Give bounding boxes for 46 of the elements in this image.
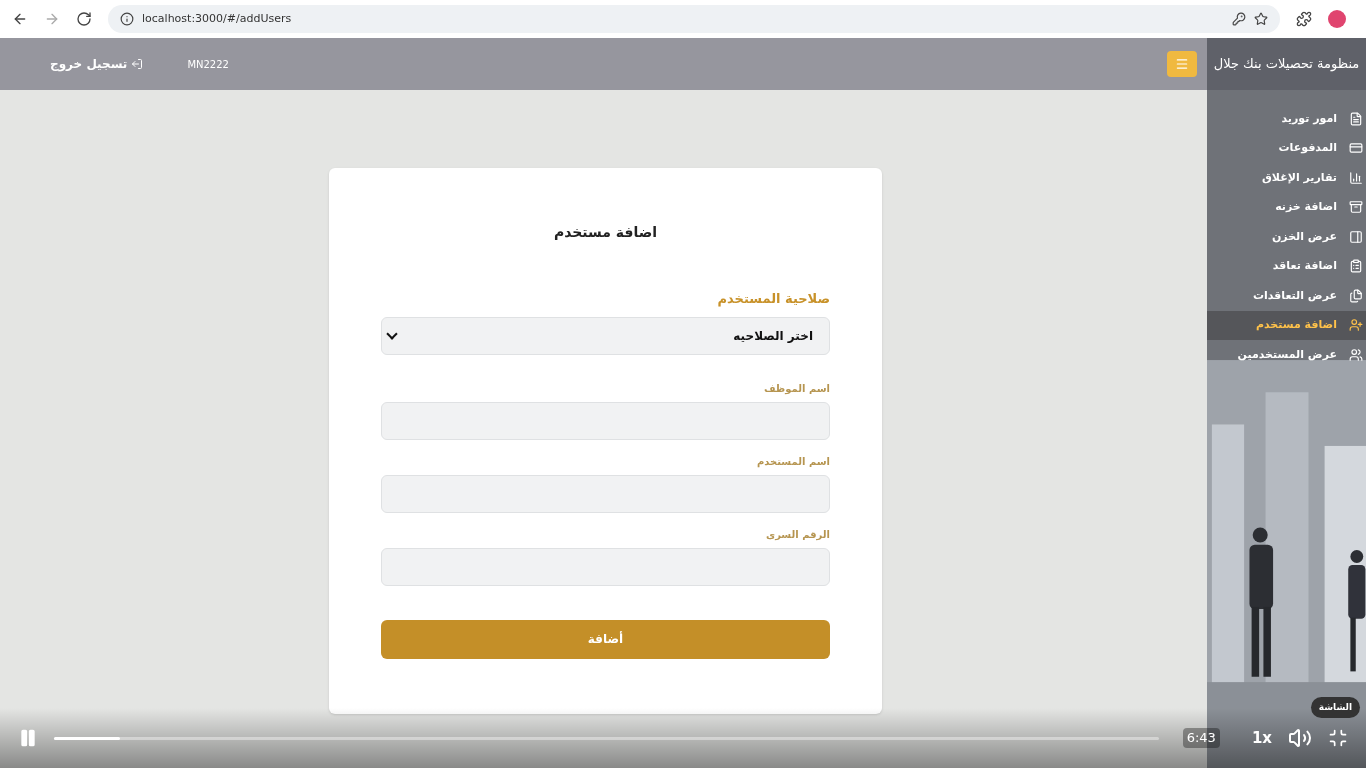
archive-icon — [1349, 200, 1363, 215]
volume-icon[interactable] — [1288, 726, 1312, 750]
role-label: صلاحية المستخدم — [716, 290, 830, 309]
time-text: 6:43 — [1182, 728, 1220, 748]
sidebar-item[interactable]: اضافة خزنه — [1207, 192, 1366, 222]
user-code: MN2222 — [187, 57, 229, 72]
input-field[interactable] — [381, 547, 830, 586]
clipboard-icon — [1349, 259, 1363, 274]
submit-button[interactable]: أضافة — [381, 619, 830, 659]
sidebar-item[interactable]: المدفوعات — [1207, 133, 1366, 163]
sidebar-item[interactable]: تقارير الإغلاق — [1207, 163, 1366, 193]
key-icon[interactable] — [1232, 12, 1246, 26]
logout-icon — [131, 58, 144, 70]
panel-icon — [1349, 229, 1363, 244]
files-icon — [1349, 288, 1363, 303]
field-label: اسم المستخدم — [755, 454, 830, 469]
logout-button[interactable]: تسجيل خروج — [50, 55, 144, 73]
extensions-icon[interactable] — [1296, 11, 1312, 27]
bar-chart-icon — [1349, 170, 1363, 185]
form-title: اضافة مستخدم — [552, 223, 659, 242]
users-icon — [1349, 347, 1363, 362]
field-label: اسم الموظف — [762, 381, 830, 396]
document-icon — [1349, 111, 1363, 126]
field-label: الرقم السرى — [764, 527, 830, 542]
exit-fullscreen-icon[interactable] — [1328, 728, 1348, 748]
profile-avatar[interactable] — [1328, 10, 1346, 28]
speed-button[interactable]: 1x — [1251, 726, 1272, 750]
sidebar-title: منظومة تحصيلات بنك جلال — [1207, 38, 1366, 90]
star-icon[interactable] — [1254, 12, 1268, 26]
role-select[interactable]: اختر الصلاحيه — [381, 316, 830, 355]
sidebar-item[interactable]: اضافة تعاقد — [1207, 251, 1366, 281]
user-plus-icon — [1349, 318, 1363, 333]
input-field[interactable] — [381, 401, 830, 440]
sidebar-item[interactable]: عرض التعاقدات — [1207, 281, 1366, 311]
info-icon[interactable] — [120, 12, 134, 26]
menu-icon — [1175, 57, 1189, 71]
address-bar[interactable]: localhost:3000/#/addUsers — [108, 5, 1280, 33]
sidebar-item[interactable]: اضافة مستخدم — [1207, 310, 1366, 340]
input-field[interactable] — [381, 474, 830, 513]
card-icon — [1349, 141, 1363, 156]
sidebar-item[interactable]: عرض المستخدمين — [1207, 340, 1366, 370]
sidebar-item[interactable]: امور توريد — [1207, 104, 1366, 134]
url-text: localhost:3000/#/addUsers — [142, 10, 292, 27]
back-icon[interactable] — [12, 11, 28, 27]
reload-icon[interactable] — [76, 11, 92, 27]
sidebar-item[interactable]: عرض الخزن — [1207, 222, 1366, 252]
